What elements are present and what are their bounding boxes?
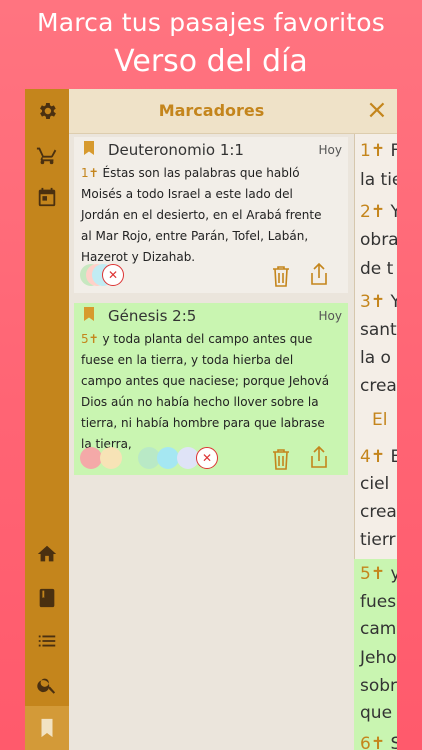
- reader-text: sant: [360, 320, 397, 340]
- color-swatch[interactable]: [80, 447, 102, 469]
- reader-line: 6✝ S: [360, 734, 397, 750]
- panel-header: Marcadores: [69, 89, 354, 134]
- promo-headline: Marca tus pasajes favoritos: [36, 8, 386, 37]
- verse-line: Hazerot y Dizahab.: [81, 250, 196, 264]
- reader-line: la tie: [360, 170, 397, 190]
- share-icon[interactable]: [308, 262, 330, 286]
- reader-line: sant: [360, 320, 397, 340]
- reader-line: fues: [360, 592, 396, 612]
- bookmark-reference: Deuteronomio 1:1: [108, 141, 244, 159]
- verse-line: Dios aún no había hecho llover sobre la: [81, 395, 319, 409]
- verse-line: Éstas son las palabras que habló: [98, 166, 300, 180]
- reader-text: tierr: [360, 530, 396, 550]
- reader-text: crea: [360, 502, 397, 522]
- reader-line: El: [372, 410, 387, 430]
- sidebar-item-bookmarks[interactable]: [25, 706, 69, 750]
- reader-header: ×: [354, 89, 397, 134]
- trash-icon[interactable]: [270, 264, 292, 288]
- verse-number: 6✝: [360, 734, 386, 750]
- reader-line: crea: [360, 376, 397, 396]
- reader-line: 1✝ F: [360, 141, 397, 161]
- close-icon[interactable]: ×: [366, 95, 388, 125]
- verse-number: 5✝: [81, 332, 99, 346]
- cart-icon[interactable]: [35, 143, 59, 167]
- reader-line: crea: [360, 502, 397, 522]
- reader-text: Jeho: [360, 648, 397, 668]
- reader-line: 3✝ Y: [360, 292, 397, 312]
- bookmark-verse: 5✝ y toda planta del campo antes que fue…: [81, 329, 343, 455]
- book-icon[interactable]: [35, 586, 59, 610]
- calendar-icon[interactable]: [35, 185, 59, 209]
- remove-color-button[interactable]: ✕: [102, 264, 124, 286]
- reader-text: F: [390, 141, 397, 161]
- verse-line: tierra, ni había hombre para que labrase: [81, 416, 325, 430]
- reader-line: obra: [360, 230, 397, 250]
- reader-text: cam: [360, 619, 397, 639]
- share-icon[interactable]: [308, 445, 330, 469]
- bookmark-icon: [35, 716, 59, 740]
- reader-line: 5✝ y: [360, 564, 397, 584]
- reader-line: Jeho: [360, 648, 397, 668]
- reader-line: la o: [360, 348, 391, 368]
- trash-icon[interactable]: [270, 447, 292, 471]
- reader-line: ciel: [360, 474, 389, 494]
- bookmark-date: Hoy: [318, 143, 342, 157]
- reader-text: S: [390, 734, 397, 750]
- verse-number: 5✝: [360, 564, 386, 584]
- app-screen: Marcadores Deuteronomio 1:1 Hoy 1✝ Éstas…: [25, 89, 397, 750]
- search-icon[interactable]: [35, 673, 59, 697]
- reader-line: que: [360, 703, 392, 723]
- reader-text: que: [360, 703, 393, 723]
- reader-text: Y: [390, 292, 397, 312]
- bookmarks-panel: Marcadores Deuteronomio 1:1 Hoy 1✝ Éstas…: [69, 89, 354, 750]
- verse-line: fuese en la tierra, y toda hierba del: [81, 353, 294, 367]
- verse-number: 1✝: [81, 166, 99, 180]
- reader-text: obra: [360, 230, 397, 250]
- reader-text: y: [390, 564, 397, 584]
- reader-line: de t: [360, 259, 393, 279]
- reader-text: la tie: [360, 170, 397, 190]
- color-swatch[interactable]: [100, 447, 122, 469]
- verse-number: 1✝: [360, 141, 386, 161]
- reader-line: sobr: [360, 676, 397, 696]
- verse-line: Jordán en el desierto, en el Arabá frent…: [81, 208, 322, 222]
- reader-text: de t: [360, 259, 394, 279]
- bookmark-card[interactable]: Deuteronomio 1:1 Hoy 1✝ Éstas son las pa…: [74, 137, 348, 293]
- verse-line: campo antes que naciese; porque Jehová: [81, 374, 330, 388]
- reader-text: la o: [360, 348, 391, 368]
- promo-subheadline: Verso del día: [114, 44, 308, 79]
- reader-pane[interactable]: × 1✝ Fla tie2✝ Yobrade t3✝ Ysantla ocrea…: [354, 89, 397, 750]
- color-swatch[interactable]: [157, 447, 179, 469]
- reader-line: cam: [360, 619, 396, 639]
- bookmark-verse: 1✝ Éstas son las palabras que habló Mois…: [81, 163, 343, 268]
- reader-text: fues: [360, 592, 397, 612]
- verse-number: 2✝: [360, 202, 386, 222]
- panel-title: Marcadores: [158, 101, 265, 120]
- reader-line: 2✝ Y: [360, 202, 397, 222]
- verse-line: y toda planta del campo antes que: [98, 332, 313, 346]
- bookmark-date: Hoy: [318, 309, 342, 323]
- bookmark-icon: [84, 307, 94, 321]
- bookmark-card[interactable]: Génesis 2:5 Hoy 5✝ y toda planta del cam…: [74, 303, 348, 475]
- verse-line: Moisés a todo Israel a este lado del: [81, 187, 293, 201]
- verse-line: al Mar Rojo, entre Parán, Tofel, Labán,: [81, 229, 309, 243]
- bookmark-icon: [84, 141, 94, 155]
- reader-text: crea: [360, 376, 397, 396]
- sidebar: [25, 89, 69, 750]
- list-icon[interactable]: [35, 629, 59, 653]
- reader-text: ciel: [360, 474, 390, 494]
- reader-text: sobr: [360, 676, 397, 696]
- reader-text: El: [372, 410, 388, 430]
- reader-text: Y: [390, 202, 397, 222]
- reader-line: 4✝ E: [360, 447, 397, 467]
- reader-line: tierr: [360, 530, 396, 550]
- reader-text: E: [390, 447, 397, 467]
- home-icon[interactable]: [35, 542, 59, 566]
- verse-number: 3✝: [360, 292, 386, 312]
- verse-number: 4✝: [360, 447, 386, 467]
- bookmark-reference: Génesis 2:5: [108, 307, 197, 325]
- remove-color-button[interactable]: ✕: [196, 447, 218, 469]
- gear-icon[interactable]: [35, 99, 59, 123]
